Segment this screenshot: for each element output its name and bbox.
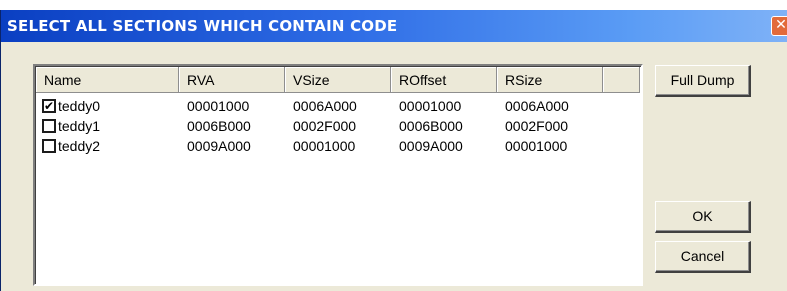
rva-cell: 00001000 [187,98,250,114]
close-icon[interactable]: ✕ [771,16,787,36]
vsize-cell: 00001000 [293,138,356,154]
list-rows: ✔ teddy0 00001000 0006A000 00001000 0006… [36,96,603,156]
column-header-filler [603,67,640,93]
vsize-cell: 0002F000 [293,118,357,134]
section-name: teddy2 [58,138,101,154]
section-checkbox[interactable]: ✔ [42,99,56,113]
list-item[interactable]: teddy2 0009A000 00001000 0009A000 000010… [36,136,603,156]
section-name: teddy0 [58,98,101,114]
rsize-cell: 00001000 [505,138,568,154]
column-header-rva[interactable]: RVA [179,67,285,93]
ok-button[interactable]: OK [655,201,751,233]
name-cell: teddy1 [36,118,179,134]
sections-list[interactable]: Name RVA VSize ROffset RSize ✔ teddy0 00… [33,64,643,286]
rva-cell: 0006B000 [187,118,251,134]
vsize-cell: 0006A000 [293,98,357,114]
rsize-cell: 0002F000 [505,118,569,134]
section-name: teddy1 [58,118,101,134]
list-header: Name RVA VSize ROffset RSize [36,67,640,93]
list-item[interactable]: teddy1 0006B000 0002F000 0006B000 0002F0… [36,116,603,136]
rsize-cell: 0006A000 [505,98,569,114]
list-item[interactable]: ✔ teddy0 00001000 0006A000 00001000 0006… [36,96,603,116]
dialog-window: SELECT ALL SECTIONS WHICH CONTAIN CODE ✕… [0,10,787,291]
rva-cell: 0009A000 [187,138,251,154]
full-dump-button[interactable]: Full Dump [655,65,751,97]
name-cell: ✔ teddy0 [36,98,179,114]
window-title: SELECT ALL SECTIONS WHICH CONTAIN CODE [7,17,398,35]
title-bar[interactable]: SELECT ALL SECTIONS WHICH CONTAIN CODE ✕ [1,10,787,42]
name-cell: teddy2 [36,138,179,154]
column-header-roffset[interactable]: ROffset [391,67,497,93]
column-header-name[interactable]: Name [36,67,179,93]
section-checkbox[interactable] [42,139,56,153]
column-header-vsize[interactable]: VSize [285,67,391,93]
roffset-cell: 0006B000 [399,118,463,134]
section-checkbox[interactable] [42,119,56,133]
cancel-button[interactable]: Cancel [655,241,751,273]
roffset-cell: 0009A000 [399,138,463,154]
roffset-cell: 00001000 [399,98,462,114]
dialog-client-area: Name RVA VSize ROffset RSize ✔ teddy0 00… [9,50,780,286]
column-header-rsize[interactable]: RSize [497,67,603,93]
